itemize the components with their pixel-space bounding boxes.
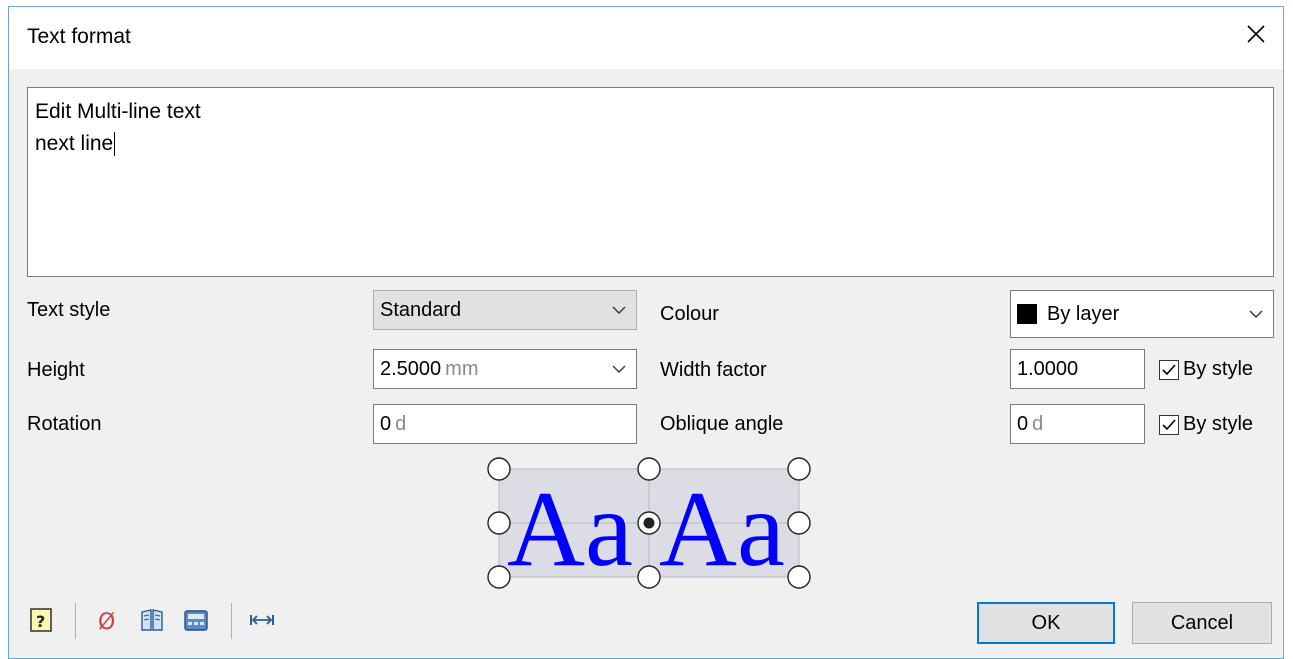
preview-text-left: Aa — [507, 470, 633, 589]
chevron-down-icon — [612, 365, 626, 373]
checkbox-box — [1159, 359, 1179, 380]
text-caret — [114, 132, 116, 157]
oblique-angle-value: 0 — [1017, 412, 1029, 435]
rotation-unit: d — [395, 412, 407, 435]
preview-text-right: Aa — [659, 470, 785, 589]
selected-dot — [643, 517, 655, 529]
colour-swatch — [1017, 304, 1037, 324]
toolbar-separator — [75, 603, 76, 639]
calculator-icon[interactable] — [183, 607, 209, 633]
oblique-angle-by-style-label: By style — [1183, 413, 1254, 435]
alignment-handle-middle-right[interactable] — [787, 511, 811, 535]
width-factor-input[interactable]: 1.0000 — [1010, 349, 1145, 389]
text-style-label: Text style — [27, 299, 111, 321]
svg-text:Ø: Ø — [98, 610, 115, 633]
oblique-angle-input[interactable]: 0d — [1010, 404, 1145, 444]
oblique-angle-unit: d — [1032, 412, 1044, 435]
diameter-symbol-icon[interactable]: Ø — [95, 607, 121, 633]
editor-line-2: next line — [35, 132, 114, 155]
alignment-handle-bottom-left[interactable] — [487, 565, 511, 589]
alignment-handle-bottom-right[interactable] — [787, 565, 811, 589]
alignment-handle-bottom-center[interactable] — [637, 565, 661, 589]
alignment-handle-top-right[interactable] — [787, 457, 811, 481]
height-unit: mm — [445, 357, 479, 380]
ok-button[interactable]: OK — [977, 602, 1115, 644]
width-factor-label: Width factor — [660, 359, 767, 381]
height-value: 2.5000 — [380, 357, 442, 380]
checkmark-icon — [1162, 418, 1176, 430]
width-factor-by-style-checkbox[interactable]: By style — [1159, 358, 1253, 381]
width-factor-by-style-label: By style — [1183, 358, 1254, 380]
width-arrows-icon[interactable] — [249, 607, 275, 633]
text-format-dialog: Text format Edit Multi-line text next li… — [8, 6, 1284, 659]
oblique-angle-label: Oblique angle — [660, 413, 784, 435]
colour-value: By layer — [1047, 302, 1120, 325]
dialog-title: Text format — [27, 25, 131, 48]
alignment-handle-top-left[interactable] — [487, 457, 511, 481]
chevron-down-icon — [1249, 310, 1263, 318]
text-style-dropdown[interactable]: Standard — [373, 290, 637, 330]
checkbox-box — [1159, 414, 1179, 435]
chevron-down-icon — [612, 306, 626, 314]
text-preview[interactable]: Aa Aa — [469, 447, 829, 597]
editor-line-1: Edit Multi-line text — [35, 100, 201, 123]
rotation-input[interactable]: 0d — [373, 404, 637, 444]
rotation-label: Rotation — [27, 413, 102, 435]
cancel-button[interactable]: Cancel — [1132, 602, 1272, 644]
checkmark-icon — [1162, 363, 1176, 375]
alignment-handle-middle-left[interactable] — [487, 511, 511, 535]
colour-label: Colour — [660, 303, 719, 325]
height-label: Height — [27, 359, 85, 381]
title-bar: Text format — [9, 7, 1283, 69]
book-icon[interactable] — [139, 607, 165, 633]
rotation-value: 0 — [380, 412, 392, 435]
oblique-angle-by-style-checkbox[interactable]: By style — [1159, 413, 1253, 436]
toolbar-separator — [231, 603, 232, 639]
close-icon[interactable] — [1241, 19, 1271, 49]
height-combo[interactable]: 2.5000 mm — [373, 349, 637, 389]
svg-text:?: ? — [36, 612, 45, 631]
multiline-text-editor[interactable]: Edit Multi-line text next line — [27, 87, 1274, 277]
text-style-value: Standard — [380, 298, 462, 321]
width-factor-value: 1.0000 — [1017, 357, 1079, 380]
alignment-handle-top-center[interactable] — [637, 457, 661, 481]
colour-dropdown[interactable]: By layer — [1010, 290, 1274, 338]
help-icon[interactable]: ? — [29, 607, 55, 633]
